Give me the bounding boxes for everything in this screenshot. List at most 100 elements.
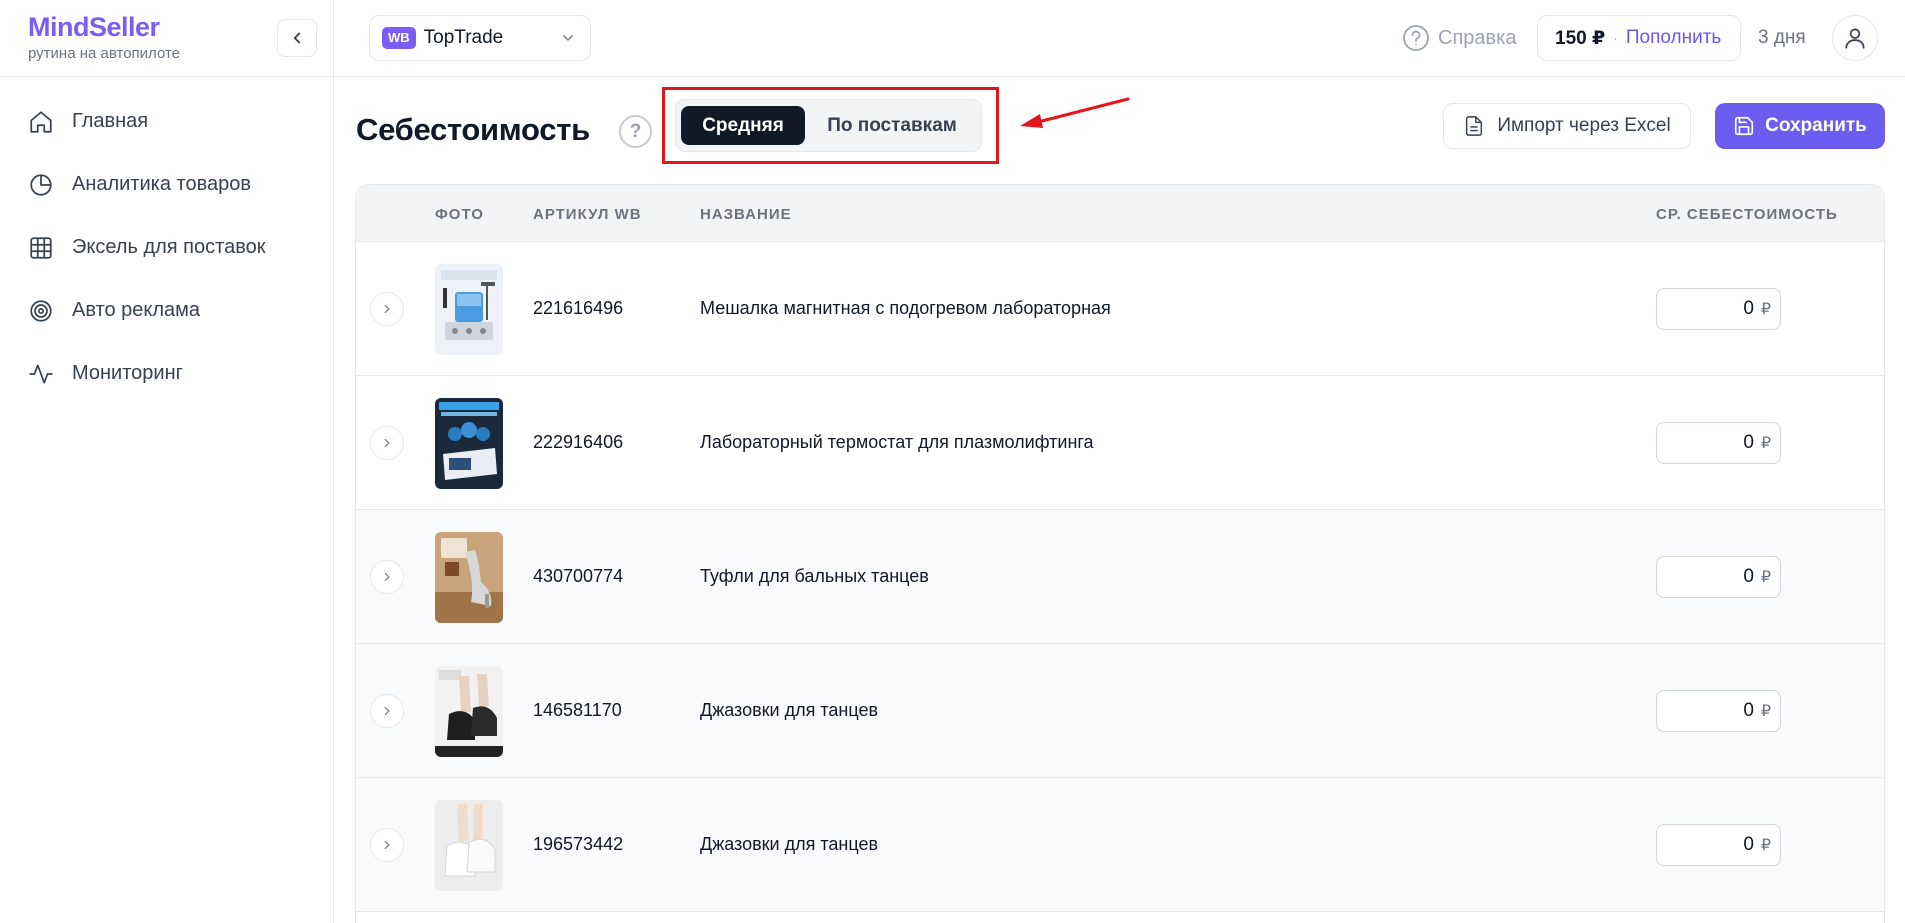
table-row: 196573442 Джазовки для танцев ₽ [356, 778, 1884, 912]
product-name: Лабораторный термостат для плазмолифтинг… [700, 432, 1094, 452]
expand-row-button[interactable] [370, 694, 404, 728]
expand-row-button[interactable] [370, 292, 404, 326]
avg-cost-input[interactable] [1657, 691, 1760, 731]
marketplace-badge: WB [382, 27, 416, 49]
avg-cost-input[interactable] [1657, 825, 1760, 865]
mode-average-button[interactable]: Средняя [681, 106, 805, 145]
product-photo[interactable] [435, 666, 503, 757]
table-row: 146581170 Джазовки для танцев ₽ [356, 644, 1884, 778]
topup-link[interactable]: Пополнить [1626, 27, 1721, 49]
cost-table: ФОТО АРТИКУЛ WB НАЗВАНИЕ СР. СЕБЕСТОИМОС… [355, 184, 1885, 923]
home-icon [30, 110, 52, 133]
sidebar-item-label: Главная [72, 110, 149, 132]
table-row: 430700774 Туфли для бальных танцев ₽ [356, 510, 1884, 644]
sidebar-nav: Главная Аналитика товаров Эксель для пос… [0, 90, 333, 405]
sidebar-item-label: Мониторинг [72, 362, 183, 384]
currency-symbol: ₽ [1760, 837, 1771, 854]
currency-symbol: ₽ [1760, 301, 1771, 318]
sidebar-item-home[interactable]: Главная [0, 90, 333, 153]
pie-chart-icon [30, 173, 52, 196]
chevron-left-icon [293, 32, 301, 44]
chevron-down-icon [563, 35, 573, 41]
product-photo[interactable] [435, 398, 503, 489]
product-sku: 221616496 [533, 298, 624, 318]
column-name: НАЗВАНИЕ [700, 206, 792, 223]
currency-symbol: ₽ [1760, 435, 1771, 452]
product-photo[interactable] [435, 264, 503, 355]
avatar[interactable] [1832, 15, 1878, 61]
chevron-right-icon [384, 706, 390, 716]
table-row: 221616496 Мешалка магнитная с подогревом… [356, 242, 1884, 376]
save-label: Сохранить [1765, 115, 1867, 136]
title-help-button[interactable]: ? [619, 115, 652, 148]
column-photo: ФОТО [435, 206, 484, 223]
table-row: 222916406 Лабораторный термостат для пла… [356, 376, 1884, 510]
target-icon [30, 299, 52, 322]
sidebar: MindSeller рутина на автопилоте Главная … [0, 0, 334, 923]
days-left: 3 дня [1758, 27, 1806, 48]
expand-row-button[interactable] [370, 828, 404, 862]
sidebar-item-label: Эксель для поставок [72, 236, 266, 258]
cost-mode-toggle: Средняя По поставкам [675, 99, 982, 152]
sidebar-item-auto-ads[interactable]: Авто реклама [0, 279, 333, 342]
store-select[interactable]: WB TopTrade [369, 15, 591, 61]
sidebar-item-label: Авто реклама [72, 299, 201, 321]
table-header: ФОТО АРТИКУЛ WB НАЗВАНИЕ СР. СЕБЕСТОИМОС… [356, 185, 1884, 242]
sidebar-item-label: Аналитика товаров [72, 173, 252, 195]
avg-cost-field: ₽ [1656, 288, 1781, 330]
chevron-right-icon [384, 840, 390, 850]
avg-cost-field: ₽ [1656, 824, 1781, 866]
brand-tagline: рутина на автопилоте [28, 45, 181, 62]
page-title: Себестоимость [356, 112, 590, 147]
balance-separator: · [1613, 30, 1618, 46]
user-icon [1845, 28, 1865, 49]
chevron-right-icon [384, 438, 390, 448]
help-label: Справка [1438, 26, 1517, 49]
product-sku: 146581170 [533, 700, 622, 720]
currency-symbol: ₽ [1760, 703, 1771, 720]
currency-symbol: ₽ [1760, 569, 1771, 586]
import-excel-button[interactable]: Импорт через Excel [1443, 103, 1691, 149]
sidebar-item-excel-supplies[interactable]: Эксель для поставок [0, 216, 333, 279]
chevron-right-icon [384, 304, 390, 314]
product-sku: 430700774 [533, 566, 624, 586]
column-sku: АРТИКУЛ WB [533, 206, 642, 223]
product-name: Мешалка магнитная с подогревом лаборатор… [700, 298, 1111, 318]
product-photo[interactable] [435, 800, 503, 891]
avg-cost-field: ₽ [1656, 690, 1781, 732]
product-name: Туфли для бальных танцев [700, 566, 929, 586]
grid-icon [30, 236, 52, 259]
save-icon [1735, 116, 1754, 136]
app: MindSeller рутина на автопилоте Главная … [0, 0, 1905, 923]
avg-cost-field: ₽ [1656, 556, 1781, 598]
expand-row-button[interactable] [370, 560, 404, 594]
product-name: Джазовки для танцев [700, 834, 879, 854]
avg-cost-input[interactable] [1657, 423, 1760, 463]
balance-amount: 150 ₽ [1555, 27, 1606, 49]
sidebar-item-analytics[interactable]: Аналитика товаров [0, 153, 333, 216]
expand-row-button[interactable] [370, 426, 404, 460]
brand-block: MindSeller рутина на автопилоте [0, 0, 333, 77]
product-photo[interactable] [435, 532, 503, 623]
avg-cost-input[interactable] [1657, 557, 1760, 597]
save-button[interactable]: Сохранить [1715, 103, 1885, 149]
avg-cost-input[interactable] [1657, 289, 1760, 329]
product-sku: 196573442 [533, 834, 624, 854]
brand-logo-text[interactable]: MindSeller [28, 12, 160, 43]
store-name: TopTrade [423, 27, 504, 48]
table-body: 221616496 Мешалка магнитная с подогревом… [356, 242, 1884, 912]
topbar: WB TopTrade Справка 150 ₽ · Пополнить 3 … [334, 0, 1905, 77]
sidebar-item-monitoring[interactable]: Мониторинг [0, 342, 333, 405]
question-circle-icon [1403, 25, 1429, 51]
mode-by-supplies-button[interactable]: По поставкам [807, 106, 977, 145]
help-link[interactable]: Справка [1402, 21, 1516, 55]
balance-box: 150 ₽ · Пополнить [1537, 15, 1741, 61]
import-excel-label: Импорт через Excel [1497, 115, 1671, 136]
file-text-icon [1466, 116, 1483, 136]
column-avg-cost: СР. СЕБЕСТОИМОСТЬ [1656, 206, 1838, 223]
chevron-right-icon [384, 572, 390, 582]
collapse-sidebar-button[interactable] [277, 19, 317, 57]
annotation-arrow-icon [1020, 97, 1130, 128]
product-name: Джазовки для танцев [700, 700, 879, 720]
avg-cost-field: ₽ [1656, 422, 1781, 464]
